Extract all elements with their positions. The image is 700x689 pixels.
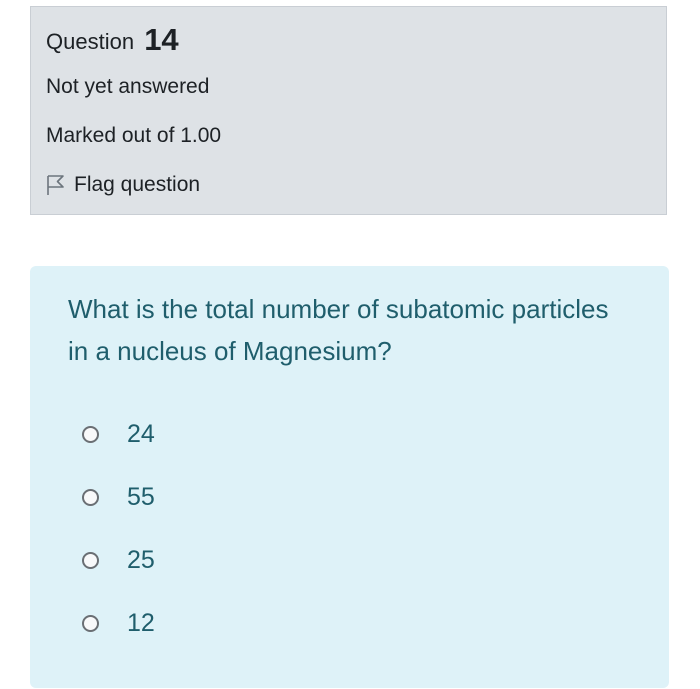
radio-button[interactable] [82, 488, 99, 506]
flag-question-button[interactable]: Flag question [45, 170, 200, 200]
answer-label: 12 [127, 608, 155, 637]
answer-option[interactable]: 55 [82, 477, 155, 517]
flag-outline-icon [45, 173, 67, 197]
radio-button[interactable] [82, 614, 99, 632]
question-text: What is the total number of subatomic pa… [68, 294, 609, 366]
radio-button[interactable] [82, 551, 99, 569]
question-state: Not yet answered [46, 75, 210, 98]
answer-label: 25 [127, 545, 155, 574]
answer-option[interactable]: 25 [82, 540, 155, 580]
question-number: 14 [144, 22, 179, 57]
radio-button[interactable] [82, 425, 99, 443]
answer-label: 24 [127, 419, 155, 448]
answer-label: 55 [127, 482, 155, 511]
answer-option[interactable]: 12 [82, 603, 155, 643]
question-content-panel: What is the total number of subatomic pa… [30, 266, 669, 688]
flag-question-label: Flag question [74, 173, 201, 196]
question-info-panel: Question 14 Not yet answered Marked out … [30, 6, 667, 215]
answer-option[interactable]: 24 [82, 414, 155, 454]
question-grade: Marked out of 1.00 [46, 124, 222, 147]
question-title: Question 14 [46, 21, 179, 57]
question-title-label: Question [46, 29, 135, 54]
